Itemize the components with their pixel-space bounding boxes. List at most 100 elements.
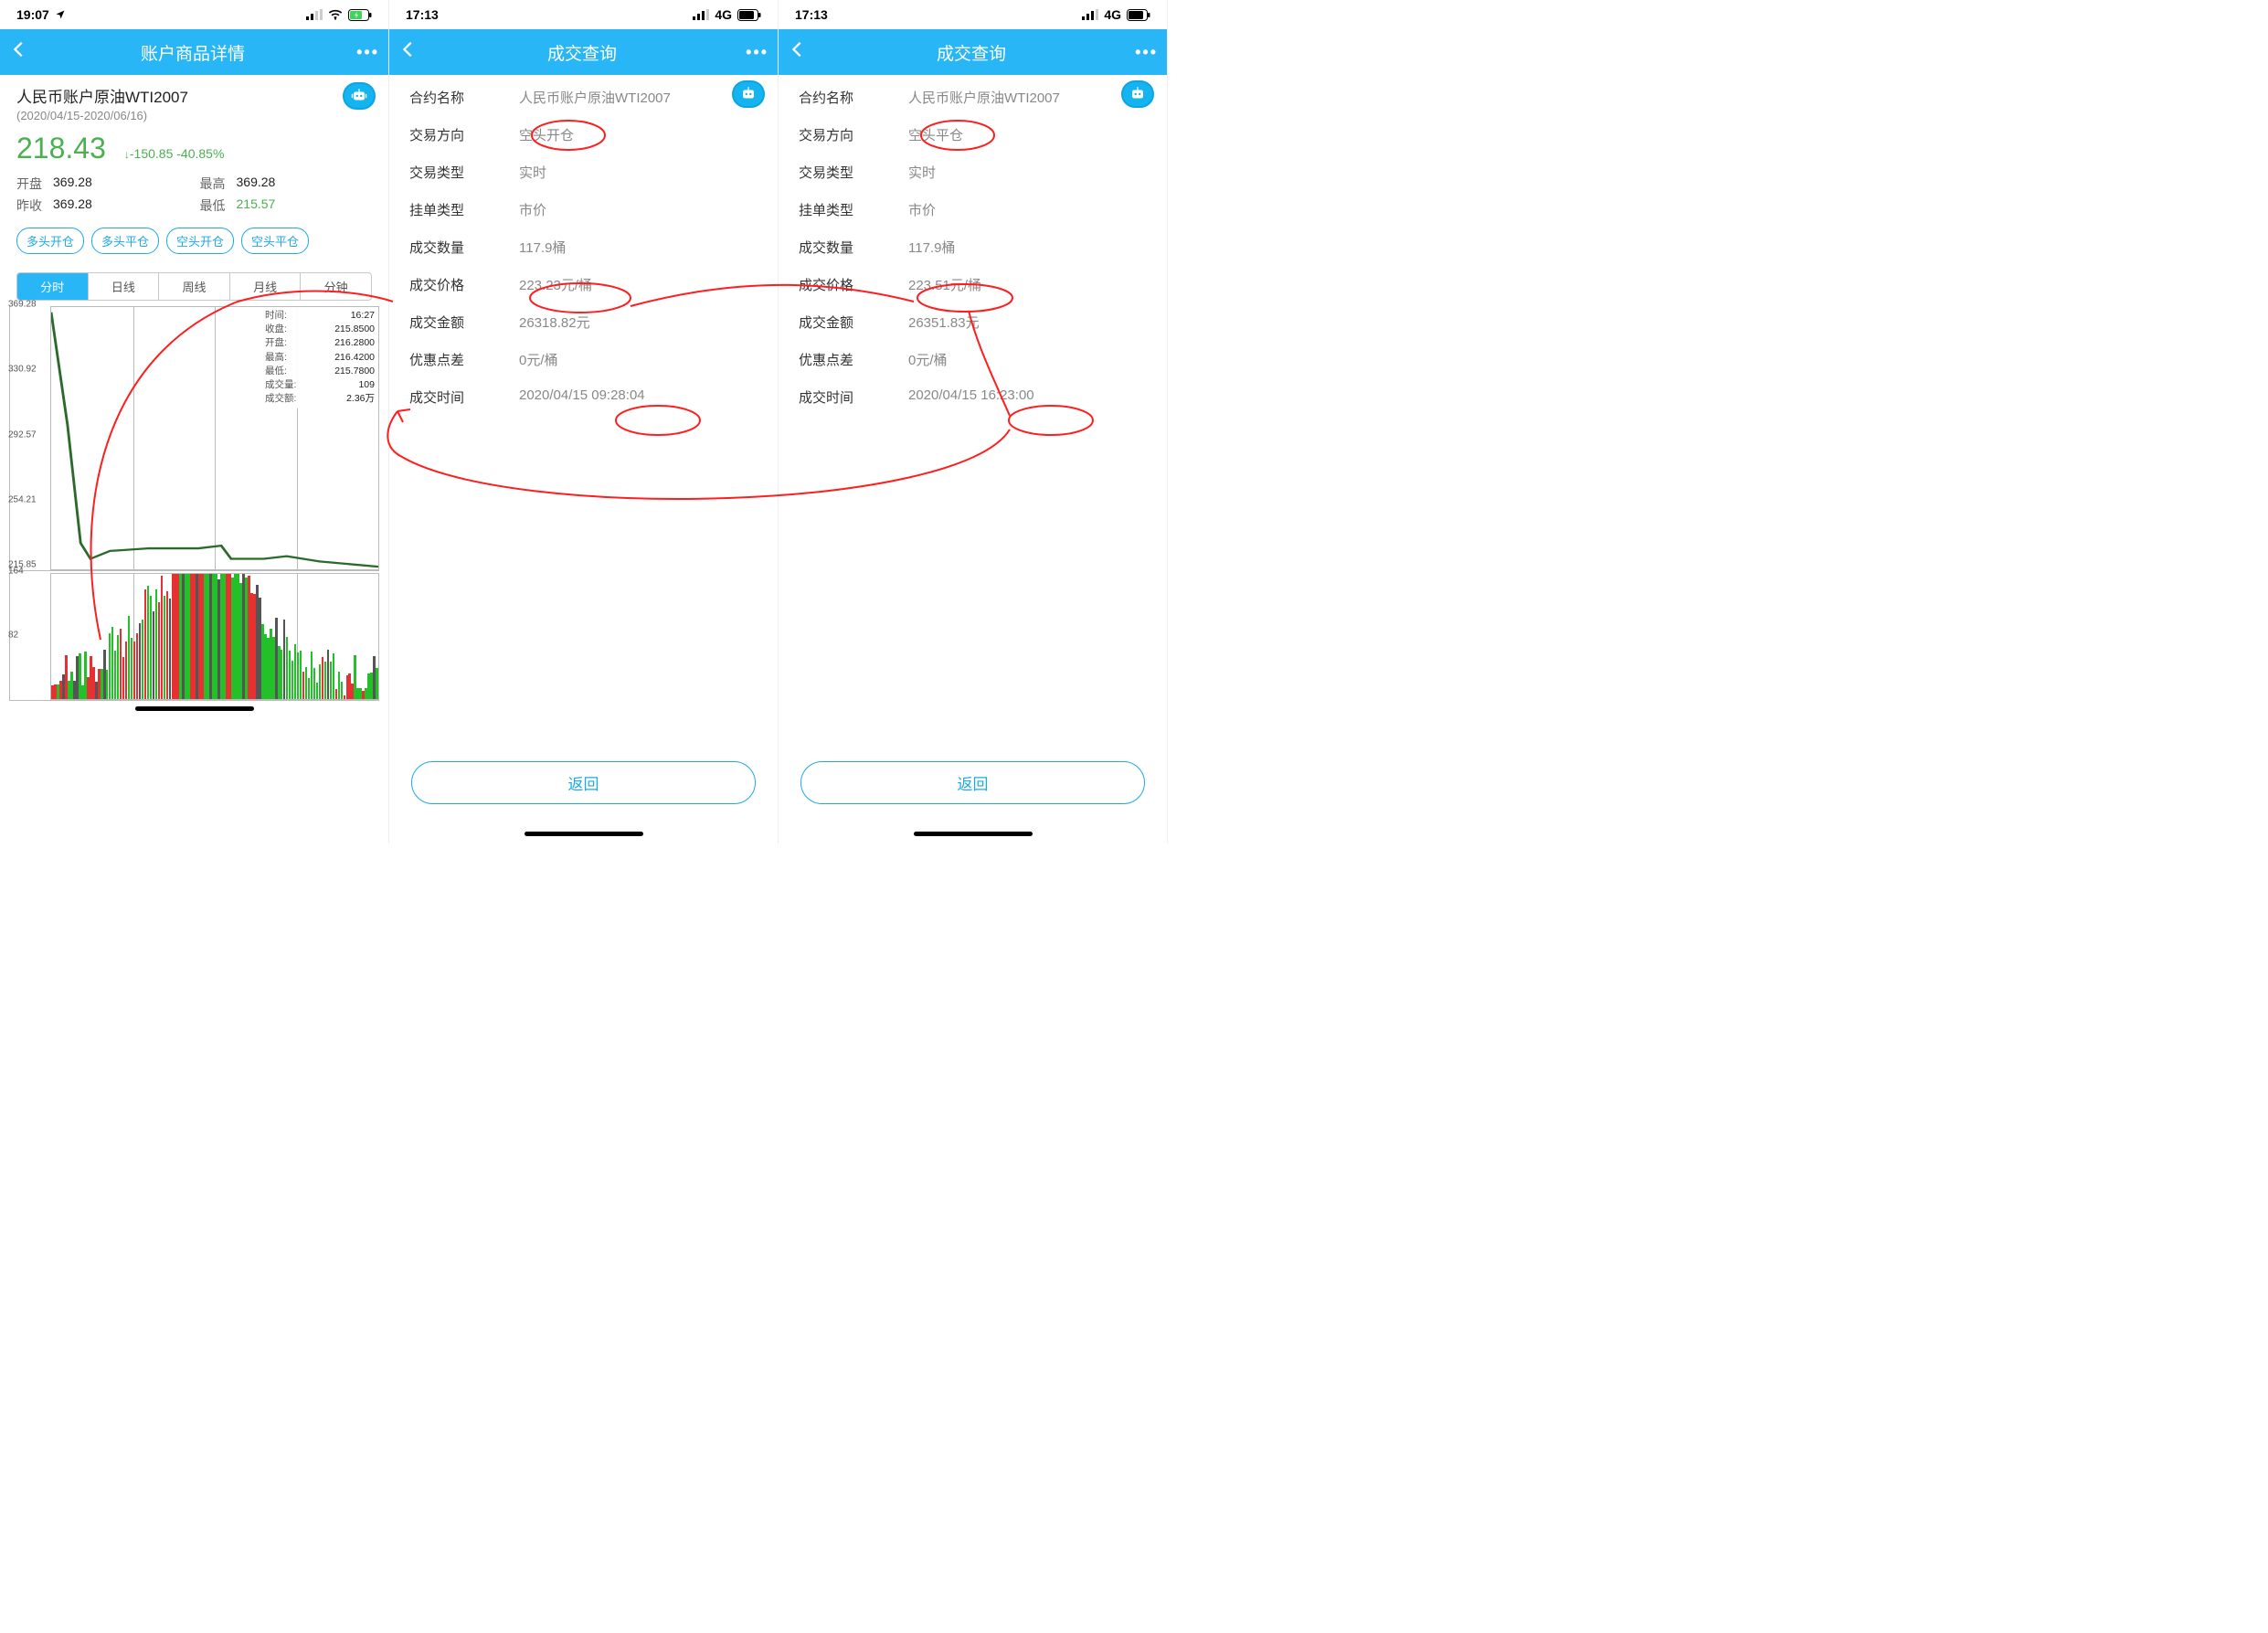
status-time: 17:13 — [795, 7, 828, 22]
row-price: 成交价格223.51元/桶 — [779, 266, 1167, 303]
prevclose-value: 369.28 — [53, 196, 189, 215]
row-spread: 优惠点差0元/桶 — [389, 341, 778, 378]
nav-bar: 成交查询 ••• — [779, 29, 1167, 75]
signal-icon — [306, 9, 323, 20]
nav-bar: 账户商品详情 ••• — [0, 29, 388, 75]
row-time: 成交时间2020/04/15 09:28:04 — [389, 378, 778, 416]
assistant-robot-icon[interactable] — [343, 82, 376, 110]
network-label: 4G — [715, 7, 732, 22]
open-label: 开盘 — [16, 175, 42, 193]
contract-value: 人民币账户原油WTI2007 — [519, 88, 758, 107]
row-spread: 优惠点差0元/桶 — [779, 341, 1167, 378]
page-title: 成交查询 — [419, 40, 746, 65]
row-qty: 成交数量117.9桶 — [389, 228, 778, 266]
back-icon[interactable] — [398, 39, 419, 65]
more-icon[interactable]: ••• — [1135, 43, 1158, 62]
product-date-range: (2020/04/15-2020/06/16) — [16, 109, 372, 122]
deal-price-value: 223.51元/桶 — [908, 275, 1147, 294]
long-close-button[interactable]: 多头平仓 — [91, 228, 159, 254]
battery-icon — [348, 9, 372, 21]
last-price: 218.43 — [16, 132, 106, 165]
trade-detail-list: 合约名称人民币账户原油WTI2007 交易方向空头开仓 交易类型实时 挂单类型市… — [389, 75, 778, 419]
return-button[interactable]: 返回 — [800, 761, 1145, 804]
vol-ytick: 82 — [8, 631, 18, 641]
row-amount: 成交金额26351.83元 — [779, 303, 1167, 341]
ytick: 330.92 — [8, 365, 37, 375]
short-close-button[interactable]: 空头平仓 — [241, 228, 309, 254]
row-price: 成交价格223.23元/桶 — [389, 266, 778, 303]
home-indicator[interactable] — [525, 832, 643, 836]
page-title: 成交查询 — [808, 40, 1135, 65]
direction-value: 空头平仓 — [908, 125, 1147, 144]
assistant-robot-icon[interactable] — [732, 80, 765, 108]
chart-tooltip: 时间:16:27 收盘:215.8500 开盘:216.2800 最高:216.… — [261, 307, 378, 408]
deal-price-value: 223.23元/桶 — [519, 275, 758, 294]
phone-panel-detail: 19:07 账户商品详情 ••• 人民币账户原油WTI2007 (2020/04… — [0, 0, 389, 843]
price-delta: ↓-150.85 -40.85% — [124, 146, 225, 161]
row-contract: 合约名称人民币账户原油WTI2007 — [779, 79, 1167, 116]
row-order-type: 挂单类型市价 — [389, 191, 778, 228]
trade-action-row: 多头开仓 多头平仓 空头开仓 空头平仓 — [16, 228, 372, 254]
row-direction: 交易方向空头平仓 — [779, 116, 1167, 154]
tab-daily[interactable]: 日线 — [89, 273, 160, 300]
location-arrow-icon — [55, 9, 66, 20]
deal-time-value: 2020/04/15 09:28:04 — [519, 387, 758, 407]
intraday-chart[interactable]: 369.28 330.92 292.57 254.21 215.85 时间:16… — [0, 302, 388, 701]
trade-detail-list: 合约名称人民币账户原油WTI2007 交易方向空头平仓 交易类型实时 挂单类型市… — [779, 75, 1167, 419]
row-order-type: 挂单类型市价 — [779, 191, 1167, 228]
home-indicator[interactable] — [135, 706, 254, 711]
signal-icon — [693, 9, 709, 20]
ytick: 369.28 — [8, 299, 37, 309]
tab-minute[interactable]: 分钟 — [301, 273, 371, 300]
battery-icon — [737, 9, 761, 21]
direction-value: 空头开仓 — [519, 125, 758, 144]
phone-panel-trade-open: 17:13 4G 成交查询 ••• 合约名称人民币账户原油WTI2007 交易方… — [389, 0, 779, 843]
wifi-icon — [328, 9, 343, 20]
return-button[interactable]: 返回 — [411, 761, 756, 804]
back-icon[interactable] — [9, 39, 29, 65]
status-bar: 17:13 4G — [779, 0, 1167, 29]
page-title: 账户商品详情 — [29, 40, 356, 65]
status-bar: 17:13 4G — [389, 0, 778, 29]
row-trade-type: 交易类型实时 — [779, 154, 1167, 191]
price-plot: 时间:16:27 收盘:215.8500 开盘:216.2800 最高:216.… — [50, 306, 379, 570]
long-open-button[interactable]: 多头开仓 — [16, 228, 84, 254]
tab-intraday[interactable]: 分时 — [17, 273, 89, 300]
tab-weekly[interactable]: 周线 — [159, 273, 230, 300]
status-time: 19:07 — [16, 7, 49, 22]
phone-panel-trade-close: 17:13 4G 成交查询 ••• 合约名称人民币账户原油WTI2007 交易方… — [779, 0, 1168, 843]
high-label: 最高 — [200, 175, 226, 193]
high-value: 369.28 — [237, 175, 373, 193]
tab-monthly[interactable]: 月线 — [230, 273, 302, 300]
home-indicator[interactable] — [914, 832, 1033, 836]
vol-ytick: 164 — [8, 566, 24, 576]
more-icon[interactable]: ••• — [356, 43, 379, 62]
ytick: 254.21 — [8, 494, 37, 504]
status-bar: 19:07 — [0, 0, 388, 29]
chart-tabs: 分时 日线 周线 月线 分钟 — [16, 272, 372, 301]
row-trade-type: 交易类型实时 — [389, 154, 778, 191]
open-value: 369.28 — [53, 175, 189, 193]
low-value: 215.57 — [237, 196, 373, 215]
battery-icon — [1127, 9, 1150, 21]
back-icon[interactable] — [788, 39, 808, 65]
row-time: 成交时间2020/04/15 16:23:00 — [779, 378, 1167, 416]
ytick: 292.57 — [8, 429, 37, 440]
status-time: 17:13 — [406, 7, 439, 22]
row-qty: 成交数量117.9桶 — [779, 228, 1167, 266]
nav-bar: 成交查询 ••• — [389, 29, 778, 75]
signal-icon — [1082, 9, 1098, 20]
prevclose-label: 昨收 — [16, 196, 42, 215]
product-header: 人民币账户原油WTI2007 (2020/04/15-2020/06/16) 2… — [0, 75, 388, 267]
low-label: 最低 — [200, 196, 226, 215]
short-open-button[interactable]: 空头开仓 — [166, 228, 234, 254]
row-direction: 交易方向空头开仓 — [389, 116, 778, 154]
volume-chart[interactable]: 164 82 — [9, 573, 379, 701]
row-amount: 成交金额26318.82元 — [389, 303, 778, 341]
network-label: 4G — [1104, 7, 1121, 22]
assistant-robot-icon[interactable] — [1121, 80, 1154, 108]
more-icon[interactable]: ••• — [746, 43, 768, 62]
deal-time-value: 2020/04/15 16:23:00 — [908, 387, 1147, 407]
row-contract: 合约名称人民币账户原油WTI2007 — [389, 79, 778, 116]
product-name: 人民币账户原油WTI2007 — [16, 84, 372, 107]
